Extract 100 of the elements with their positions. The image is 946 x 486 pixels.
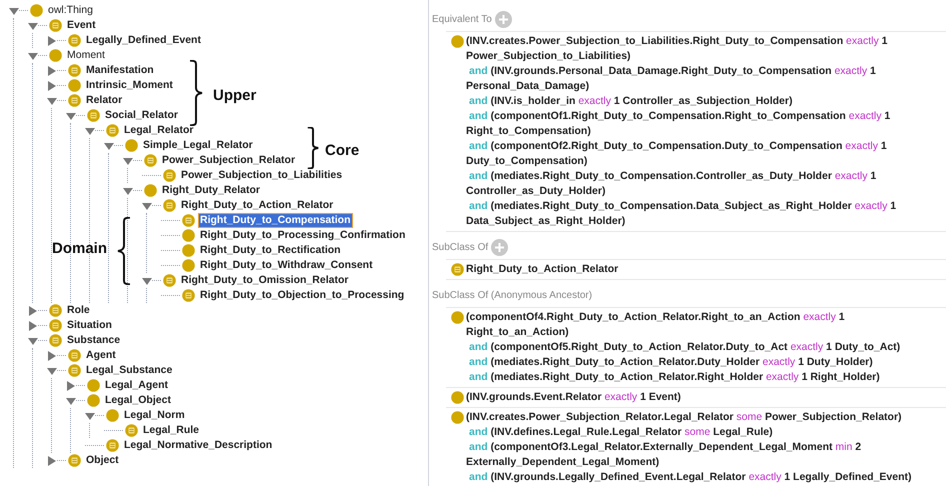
collapse-arrow-icon[interactable] (28, 20, 38, 30)
class-icon (87, 394, 100, 407)
expression-line: and (componentOf2.Right_Duty_to_Compensation.Duty_to_Compensation exactly 1 (468, 139, 887, 154)
collapse-arrow-icon[interactable] (123, 186, 133, 196)
class-label[interactable]: Role (65, 303, 92, 318)
expression-line: Right_to_an_Action) (466, 325, 569, 340)
class-label[interactable]: Right_Duty_to_Compensation (198, 213, 353, 228)
expression-line: and (mediates.Right_Duty_to_Compensation.Controller_as_Duty_Holder exactly 1 (468, 169, 876, 184)
class-label[interactable]: Right_Duty_to_Action_Relator (179, 198, 336, 213)
class-icon (451, 263, 464, 276)
expand-arrow-icon[interactable] (47, 66, 57, 76)
collapse-arrow-icon[interactable] (47, 366, 57, 376)
class-icon (68, 454, 81, 467)
collapse-arrow-icon[interactable] (28, 336, 38, 346)
class-icon (182, 214, 195, 227)
class-icon (49, 19, 62, 32)
class-icon (125, 424, 138, 437)
collapse-arrow-icon[interactable] (85, 126, 95, 136)
class-label[interactable]: Right_Duty_to_Rectification (198, 243, 343, 258)
expression-line: Duty_to_Compensation) (466, 154, 588, 169)
expression-line: Right_Duty_to_Action_Relator (466, 262, 618, 277)
class-label[interactable]: Moment (65, 48, 107, 63)
class-icon (182, 244, 195, 257)
collapse-arrow-icon[interactable] (9, 6, 19, 16)
class-label[interactable]: Manifestation (84, 63, 156, 78)
class-icon (144, 154, 157, 167)
expand-arrow-icon[interactable] (28, 320, 38, 330)
class-label[interactable]: Intrinsic_Moment (84, 78, 175, 93)
class-label[interactable]: Right_Duty_to_Objection_to_Processing (198, 288, 406, 303)
section-title: Equivalent To (432, 12, 492, 26)
class-icon (30, 4, 43, 17)
collapse-arrow-icon[interactable] (28, 50, 38, 60)
class-label[interactable]: Simple_Legal_Relator (141, 138, 255, 153)
class-label[interactable]: Right_Duty_Relator (160, 183, 262, 198)
class-icon (68, 364, 81, 377)
collapse-arrow-icon[interactable] (104, 140, 114, 150)
class-label[interactable]: Power_Subjection_Relator (160, 153, 298, 168)
class-icon (49, 49, 62, 62)
class-icon (451, 311, 464, 324)
class-label[interactable]: Legal_Substance (84, 363, 174, 378)
annotation-label: Domain (52, 239, 108, 259)
class-icon (163, 199, 176, 212)
collapse-arrow-icon[interactable] (66, 110, 76, 120)
collapse-arrow-icon[interactable] (123, 156, 133, 166)
expand-arrow-icon[interactable] (47, 80, 57, 90)
annotation-label: Core (325, 141, 360, 161)
brace-icon (306, 127, 320, 169)
class-icon (68, 94, 81, 107)
class-label[interactable]: Power_Subjection_to_Liabilities (179, 168, 344, 183)
expand-arrow-icon[interactable] (47, 36, 57, 46)
class-label[interactable]: Legal_Rule (141, 423, 202, 438)
class-icon (106, 124, 119, 137)
class-label[interactable]: Event (65, 18, 98, 33)
class-label[interactable]: Right_Duty_to_Withdraw_Consent (198, 258, 375, 273)
class-label[interactable]: Legal_Normative_Description (122, 438, 274, 453)
expression-line: and (mediates.Right_Duty_to_Compensation.Data_Subject_as_Right_Holder exactly 1 (468, 199, 896, 214)
brace-icon (116, 217, 132, 285)
class-icon (125, 139, 138, 152)
expand-arrow-icon[interactable] (28, 306, 38, 316)
class-icon (68, 34, 81, 47)
class-label[interactable]: Situation (65, 318, 114, 333)
class-icon (163, 274, 176, 287)
class-icon (68, 64, 81, 77)
expand-arrow-icon[interactable] (47, 456, 57, 466)
expression-line: Controller_as_Duty_Holder) (466, 184, 606, 199)
collapse-arrow-icon[interactable] (142, 276, 152, 286)
class-label[interactable]: Legally_Defined_Event (84, 33, 203, 48)
expression-line: Externally_Dependent_Legal_Moment) (466, 455, 660, 470)
expand-arrow-icon[interactable] (47, 350, 57, 360)
class-icon (49, 304, 62, 317)
class-label[interactable]: Legal_Agent (103, 378, 170, 393)
section-title: SubClass Of (432, 240, 488, 254)
class-label[interactable]: Relator (84, 93, 124, 108)
section-title: SubClass Of (Anonymous Ancestor) (432, 288, 592, 302)
class-label[interactable]: Legal_Relator (122, 123, 196, 138)
class-label[interactable]: Right_Duty_to_Processing_Confirmation (198, 228, 408, 243)
class-label[interactable]: Legal_Norm (122, 408, 187, 423)
class-icon (182, 289, 195, 302)
class-icon (451, 35, 464, 48)
expand-arrow-icon[interactable] (66, 380, 76, 390)
class-icon (163, 169, 176, 182)
collapse-arrow-icon[interactable] (142, 200, 152, 210)
expression-line: and (INV.is_holder_in exactly 1 Controller_as_Subjection_Holder) (468, 94, 792, 109)
expression-line: and (INV.defines.Legal_Rule.Legal_Relator some Legal_Rule) (468, 425, 773, 440)
class-label[interactable]: Substance (65, 333, 122, 348)
collapse-arrow-icon[interactable] (66, 396, 76, 406)
expression-line: (INV.creates.Power_Subjection_to_Liabilities.Right_Duty_to_Compensation exactly 1 (466, 34, 888, 49)
class-icon (68, 349, 81, 362)
class-icon (451, 411, 464, 424)
collapse-arrow-icon[interactable] (47, 96, 57, 106)
expression-line: (componentOf4.Right_Duty_to_Action_Relator.Right_to_an_Action exactly 1 (466, 310, 845, 325)
class-label[interactable]: Agent (84, 348, 118, 363)
expression-line: Right_to_Compensation) (466, 124, 591, 139)
class-label[interactable]: Social_Relator (103, 108, 180, 123)
class-label[interactable]: Object (84, 453, 121, 468)
class-icon (106, 409, 119, 422)
class-label[interactable]: Right_Duty_to_Omission_Relator (179, 273, 350, 288)
class-label[interactable]: owl:Thing (46, 3, 95, 18)
class-label[interactable]: Legal_Object (103, 393, 173, 408)
collapse-arrow-icon[interactable] (85, 410, 95, 420)
